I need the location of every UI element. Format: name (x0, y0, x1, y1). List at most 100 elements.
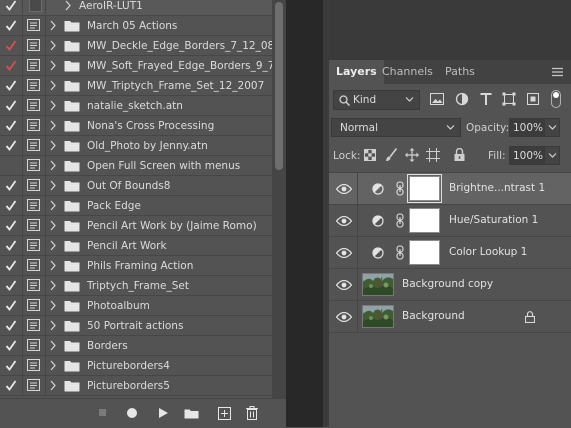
folder-icon[interactable] (183, 405, 199, 421)
shape-filter-icon[interactable] (502, 92, 516, 106)
tab-channels[interactable]: Channels (375, 60, 440, 84)
dialog-toggle-icon[interactable] (27, 79, 41, 92)
dialog-toggle-icon[interactable] (27, 119, 41, 132)
chevron-right-icon[interactable] (48, 339, 58, 352)
dialog-toggle-icon[interactable] (27, 99, 41, 112)
chevron-right-icon[interactable] (48, 99, 58, 112)
chevron-right-icon[interactable] (48, 19, 58, 32)
action-set-row[interactable]: Phils Framing Action (0, 256, 272, 276)
lock-position-icon[interactable] (405, 148, 419, 162)
image-filter-icon[interactable] (430, 92, 444, 106)
action-set-row[interactable]: Nona's Cross Processing (0, 116, 272, 136)
layer-name[interactable]: Background copy (402, 269, 493, 300)
chevron-right-icon[interactable] (48, 219, 58, 232)
dialog-toggle-checkbox[interactable] (29, 0, 42, 12)
tab-paths[interactable]: Paths (438, 60, 482, 84)
action-set-row[interactable]: 50 Portrait actions (0, 316, 272, 336)
dialog-toggle-icon[interactable] (27, 199, 41, 212)
check-icon[interactable] (5, 359, 17, 372)
chevron-right-icon[interactable] (48, 299, 58, 312)
eye-icon[interactable] (335, 279, 353, 291)
dialog-toggle-icon[interactable] (27, 39, 41, 52)
eye-icon[interactable] (335, 215, 353, 227)
adjustment-layer-icon[interactable] (372, 183, 384, 195)
link-icon[interactable] (396, 245, 404, 260)
action-set-row[interactable]: MW_Triptych_Frame_Set_12_2007 (0, 76, 272, 96)
eye-icon[interactable] (335, 311, 353, 323)
chevron-right-icon[interactable] (48, 159, 58, 172)
check-icon[interactable] (5, 39, 17, 52)
layer-mask-thumbnail[interactable] (407, 174, 442, 203)
trash-icon[interactable] (244, 405, 260, 421)
action-set-row[interactable]: Pack Edge (0, 196, 272, 216)
chevron-right-icon[interactable] (48, 319, 58, 332)
action-set-row[interactable]: natalie_sketch.atn (0, 96, 272, 116)
layer-mask-thumbnail[interactable] (409, 240, 440, 265)
dialog-toggle-icon[interactable] (27, 219, 41, 232)
blend-mode-dropdown[interactable]: Normal (331, 118, 461, 137)
layer-row[interactable]: Background copy (329, 269, 571, 301)
check-icon[interactable] (5, 99, 17, 112)
action-set-row[interactable]: Borders (0, 336, 272, 356)
check-icon[interactable] (5, 139, 17, 152)
check-icon[interactable] (5, 339, 17, 352)
layer-row[interactable]: Background (329, 301, 571, 333)
dialog-toggle-icon[interactable] (27, 359, 41, 372)
layer-row[interactable]: Hue/Saturation 1 (329, 205, 571, 237)
chevron-right-icon[interactable] (63, 0, 73, 12)
dialog-toggle-icon[interactable] (27, 139, 41, 152)
filter-toggle-switch[interactable] (551, 90, 561, 108)
dialog-toggle-icon[interactable] (27, 159, 41, 172)
smart-object-filter-icon[interactable] (526, 92, 540, 106)
layer-mask-thumbnail[interactable] (409, 208, 440, 233)
action-set-row[interactable]: MW_Deckle_Edge_Borders_7_12_08 (0, 36, 272, 56)
opacity-dropdown-button[interactable] (544, 118, 560, 137)
check-icon[interactable] (5, 299, 17, 312)
action-set-row[interactable]: Out Of Bounds8 (0, 176, 272, 196)
layer-name[interactable]: Background (402, 301, 465, 332)
check-icon[interactable] (5, 79, 17, 92)
chevron-right-icon[interactable] (48, 239, 58, 252)
check-icon[interactable] (5, 179, 17, 192)
action-set-row[interactable]: March 05 Actions (0, 16, 272, 36)
dialog-toggle-icon[interactable] (27, 259, 41, 272)
action-set-row[interactable]: Pictureborders4 (0, 356, 272, 376)
lock-transparent-pixels-icon[interactable] (364, 149, 376, 161)
link-icon[interactable] (396, 181, 404, 196)
check-icon[interactable] (5, 19, 17, 32)
action-set-row[interactable]: Pencil Art Work by (Jaime Romo) (0, 216, 272, 236)
chevron-right-icon[interactable] (48, 259, 58, 272)
stop-icon[interactable] (95, 405, 111, 421)
action-set-row[interactable]: Triptych_Frame_Set (0, 276, 272, 296)
chevron-right-icon[interactable] (48, 199, 58, 212)
check-icon[interactable] (5, 0, 17, 12)
fill-input[interactable]: 100% (509, 146, 544, 165)
dialog-toggle-icon[interactable] (27, 319, 41, 332)
check-icon[interactable] (5, 239, 17, 252)
layer-thumbnail[interactable] (362, 305, 394, 328)
dialog-toggle-icon[interactable] (27, 59, 41, 72)
dialog-toggle-icon[interactable] (27, 379, 41, 392)
check-icon[interactable] (5, 259, 17, 272)
dialog-toggle-icon[interactable] (27, 339, 41, 352)
chevron-right-icon[interactable] (48, 279, 58, 292)
empty-check-slot[interactable] (5, 159, 17, 172)
actions-scrollbar[interactable] (272, 0, 286, 398)
layer-name[interactable]: Brightne...ntrast 1 (449, 173, 545, 204)
check-icon[interactable] (5, 59, 17, 72)
layer-thumbnail[interactable] (362, 273, 394, 296)
eye-icon[interactable] (335, 247, 353, 259)
check-icon[interactable] (5, 379, 17, 392)
check-icon[interactable] (5, 119, 17, 132)
adjustment-filter-icon[interactable] (455, 92, 469, 106)
action-set-row[interactable]: Pencil Art Work (0, 236, 272, 256)
layer-row[interactable]: Brightne...ntrast 1 (329, 173, 571, 205)
layer-name[interactable]: Color Lookup 1 (449, 237, 527, 268)
lock-all-icon[interactable] (454, 148, 465, 161)
fill-dropdown-button[interactable] (544, 146, 560, 165)
chevron-right-icon[interactable] (48, 179, 58, 192)
link-icon[interactable] (396, 213, 404, 228)
adjustment-layer-icon[interactable] (372, 247, 384, 259)
action-set-row[interactable]: AeroIR-LUT1 (0, 0, 272, 16)
lock-artboard-icon[interactable] (426, 148, 440, 162)
